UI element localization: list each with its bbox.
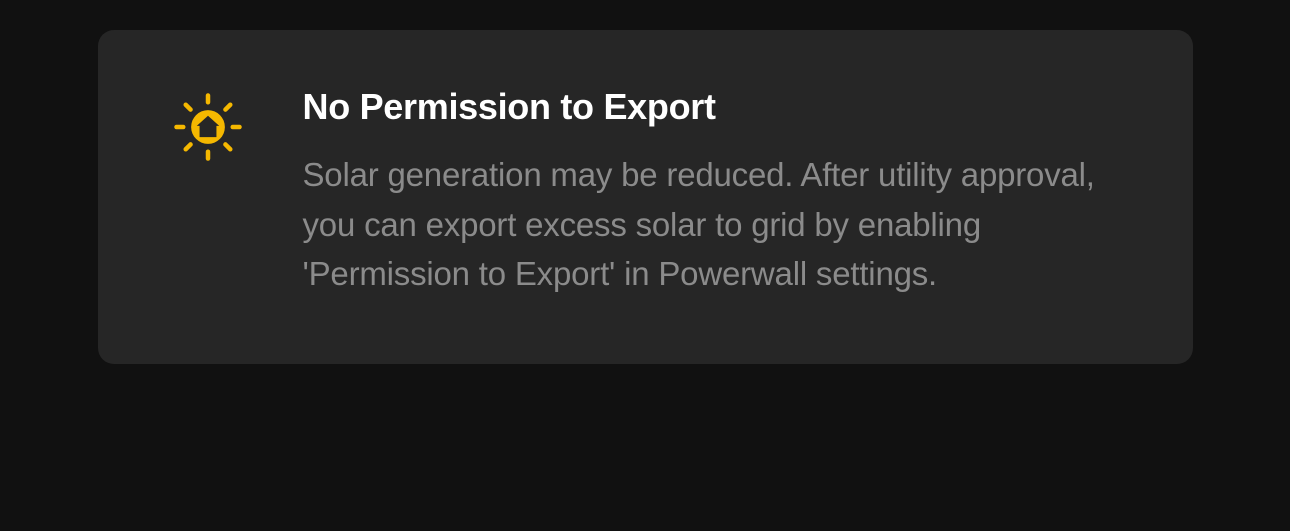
alert-content: No Permission to Export Solar generation… [303,85,1123,299]
alert-description: Solar generation may be reduced. After u… [303,150,1123,299]
solar-home-icon [168,85,248,163]
alert-title: No Permission to Export [303,85,1123,128]
alert-card: No Permission to Export Solar generation… [98,30,1193,364]
